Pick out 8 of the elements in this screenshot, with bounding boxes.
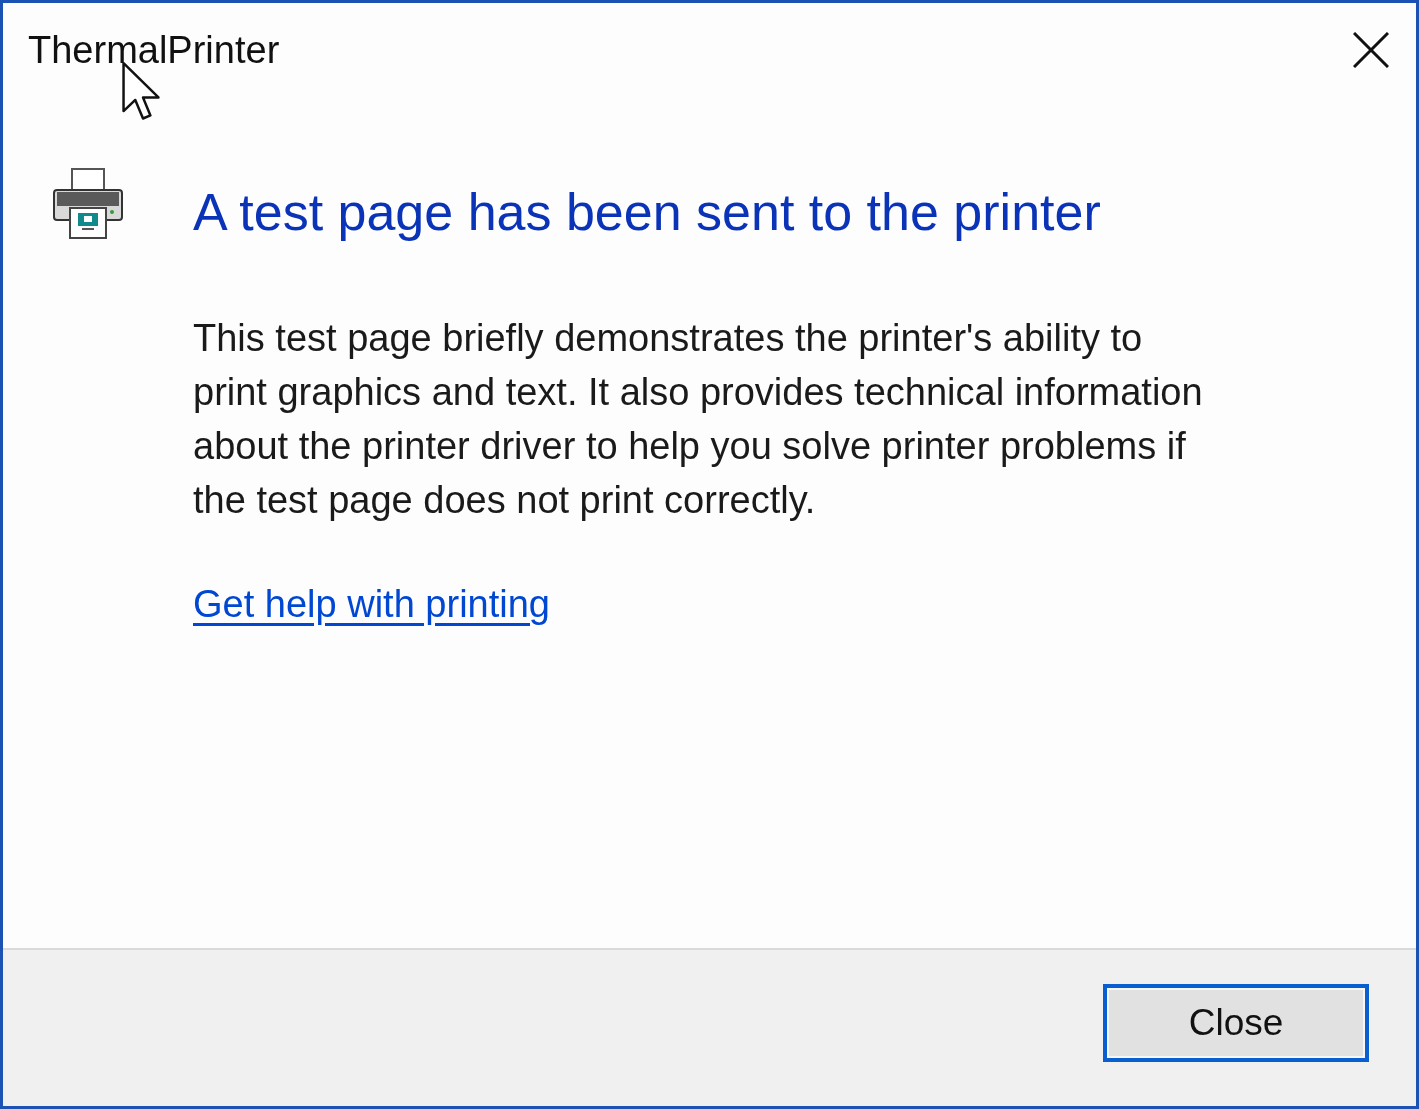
dialog-heading: A test page has been sent to the printer xyxy=(193,182,1101,243)
window-title: ThermalPrinter xyxy=(28,28,280,72)
help-link[interactable]: Get help with printing xyxy=(193,577,550,631)
close-button[interactable]: Close xyxy=(1103,984,1369,1062)
description-text: This test page briefly demonstrates the printer's ability to print graphics and text. It also provides technical information about the printer driver to help you solve printer problems if the test page does not print correctly. xyxy=(193,316,1204,523)
close-icon[interactable] xyxy=(1353,32,1389,68)
printer-icon xyxy=(52,168,124,240)
mouse-pointer-icon xyxy=(122,61,160,121)
